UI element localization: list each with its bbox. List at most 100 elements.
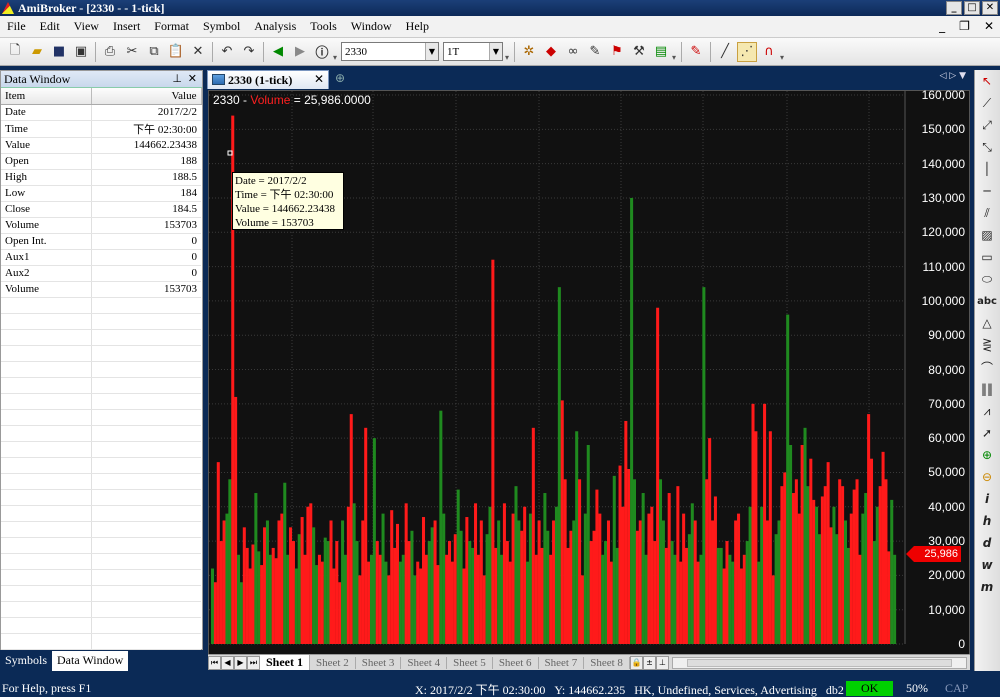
volume-bar[interactable] (846, 547, 850, 644)
table-row[interactable]: Value 144662.23438 (1, 137, 201, 154)
volume-bar[interactable] (618, 465, 622, 644)
volume-bar[interactable] (511, 513, 515, 644)
volume-bar[interactable] (338, 582, 342, 644)
sheet-tab-4[interactable]: Sheet 4 (401, 656, 448, 669)
close-icon[interactable]: ✕ (314, 72, 324, 86)
volume-bar[interactable] (586, 444, 590, 644)
scrollbar-thumb[interactable] (686, 658, 952, 667)
volume-bar[interactable] (237, 554, 241, 644)
interval-i-icon[interactable]: i (975, 488, 999, 510)
volume-bar[interactable] (453, 534, 457, 644)
paste-icon[interactable]: 📋 (166, 42, 186, 62)
menu-view[interactable]: View (67, 19, 106, 34)
volume-bar[interactable] (320, 561, 324, 644)
volume-bar[interactable] (737, 513, 741, 644)
volume-bar[interactable] (604, 541, 608, 644)
volume-bar[interactable] (280, 513, 284, 644)
volume-bar[interactable] (705, 479, 709, 644)
volume-bar[interactable] (291, 541, 295, 644)
column-header-value[interactable]: Value (91, 88, 202, 105)
volume-bar[interactable] (849, 513, 853, 644)
next-sheet-icon[interactable]: ▶ (234, 655, 247, 670)
volume-bar[interactable] (783, 472, 787, 644)
table-row[interactable]: Close 184.5 (1, 201, 201, 218)
table-row[interactable]: Open 188 (1, 153, 201, 170)
volume-bar[interactable] (557, 287, 561, 644)
info-icon[interactable]: ⓘ (312, 42, 332, 62)
volume-bar[interactable] (277, 520, 281, 644)
volume-bar[interactable] (890, 499, 894, 644)
volume-bar[interactable] (878, 486, 882, 644)
volume-bar[interactable] (864, 493, 868, 644)
volume-bar[interactable] (601, 554, 605, 644)
volume-bar[interactable] (526, 561, 530, 644)
volume-bar[interactable] (219, 541, 223, 644)
volume-bar[interactable] (468, 541, 472, 644)
volume-bar[interactable] (358, 575, 362, 645)
volume-bar[interactable] (323, 537, 327, 644)
volume-bar[interactable] (742, 554, 746, 644)
volume-bar[interactable] (861, 513, 865, 644)
volume-bar[interactable] (456, 489, 460, 644)
cycle-lines-icon[interactable]: ‖‖ (975, 378, 999, 400)
sheet-tab-1[interactable]: Sheet 1 (260, 655, 310, 670)
volume-bar[interactable] (734, 520, 738, 644)
volume-bar[interactable] (251, 544, 255, 644)
undo-icon[interactable]: ↶ (217, 42, 237, 62)
volume-bar[interactable] (803, 427, 807, 644)
volume-bar[interactable] (459, 530, 463, 644)
scale-icon[interactable]: ⊥ (655, 655, 669, 670)
volume-bar[interactable] (815, 506, 819, 644)
volume-bar[interactable] (867, 414, 871, 644)
notes-icon[interactable]: ✎ (585, 42, 605, 62)
volume-bar[interactable] (283, 482, 287, 644)
volume-bar[interactable] (286, 554, 290, 644)
volume-bar[interactable] (609, 561, 613, 644)
volume-bar[interactable] (823, 486, 827, 644)
volume-bar[interactable] (835, 534, 839, 644)
volume-bar[interactable] (554, 506, 558, 644)
volume-bar[interactable] (442, 513, 446, 644)
sheet-tab-6[interactable]: Sheet 6 (493, 656, 539, 669)
tab-nav-icon[interactable]: ◁ ▷ ▼ (940, 71, 967, 81)
new-tab-icon[interactable]: ⊕ (335, 71, 345, 85)
volume-bar[interactable] (679, 561, 683, 644)
volume-bar[interactable] (534, 554, 538, 644)
volume-bar[interactable] (560, 400, 564, 644)
volume-bar[interactable] (768, 431, 772, 644)
chart-icon[interactable]: ▤ (651, 42, 671, 62)
volume-bar[interactable] (225, 513, 229, 644)
volume-bar[interactable] (303, 554, 307, 644)
volume-bar[interactable] (745, 541, 749, 644)
symbol-combo[interactable]: 2330 ▼ (341, 42, 439, 61)
back-icon[interactable]: ◀ (268, 42, 288, 62)
volume-bar[interactable] (653, 541, 657, 644)
volume-bar[interactable] (445, 554, 449, 644)
volume-bar[interactable] (479, 520, 483, 644)
line-tool-icon[interactable]: ╱ (715, 42, 735, 62)
volume-bar[interactable] (312, 527, 316, 644)
volume-bar[interactable] (309, 503, 313, 644)
interval-d-icon[interactable]: d (975, 532, 999, 554)
volume-bar[interactable] (474, 503, 478, 644)
volume-bar[interactable] (682, 513, 686, 644)
volume-bar[interactable] (346, 506, 350, 644)
volume-bar[interactable] (667, 493, 671, 644)
volume-bar[interactable] (424, 554, 428, 644)
menu-symbol[interactable]: Symbol (196, 19, 247, 34)
menu-edit[interactable]: Edit (33, 19, 67, 34)
forward-icon[interactable]: ▶ (290, 42, 310, 62)
lock-icon[interactable]: 🔒 (629, 655, 643, 670)
chart-plot-area[interactable]: 2330 - Volume = 25,986.0000 Date = 2017/… (208, 88, 970, 655)
volume-bar[interactable] (696, 561, 700, 644)
toolbar-grip-icon[interactable]: ▾ (505, 42, 511, 62)
volume-bar[interactable] (820, 496, 824, 644)
volume-bar[interactable] (343, 554, 347, 644)
chevron-down-icon[interactable]: ▼ (489, 43, 502, 60)
table-row[interactable]: Aux1 0 (1, 249, 201, 266)
volume-bar[interactable] (872, 541, 876, 644)
volume-bar[interactable] (430, 527, 434, 644)
volume-bar[interactable] (731, 561, 735, 644)
volume-bar[interactable] (505, 541, 509, 644)
dotted-line-icon[interactable]: ⋰ (737, 41, 757, 62)
